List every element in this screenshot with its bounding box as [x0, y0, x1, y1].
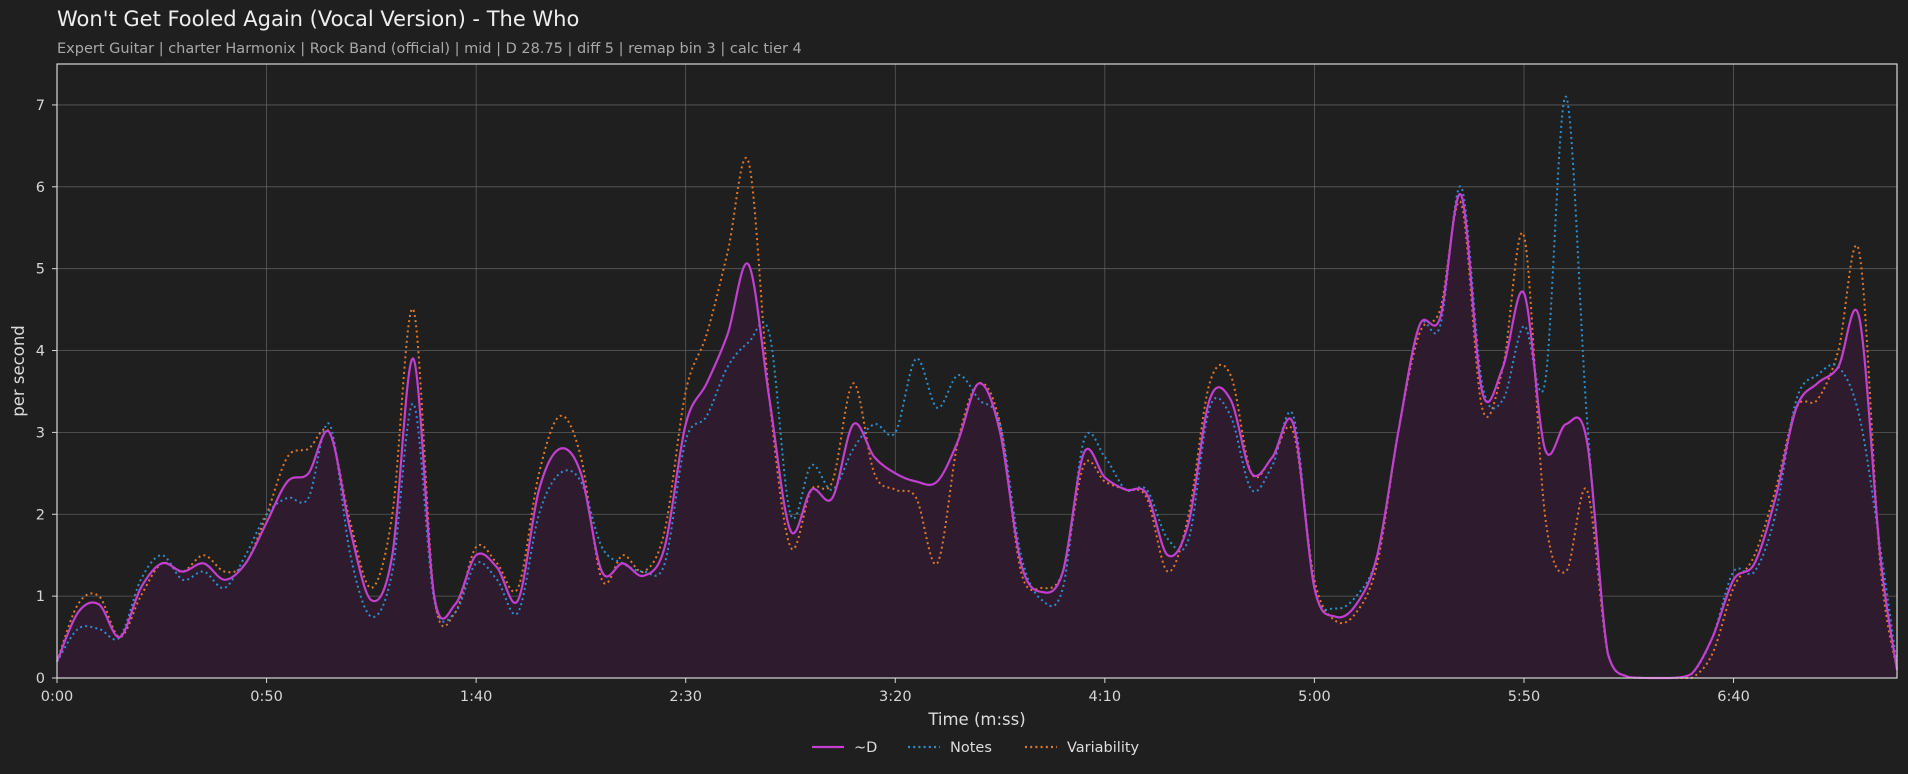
legend-label: Notes: [950, 740, 992, 756]
y-tick-label: 1: [36, 589, 45, 605]
y-tick-label: 6: [36, 180, 45, 196]
x-tick-label: 2:30: [669, 689, 702, 705]
x-axis-label: Time (m:ss): [927, 710, 1025, 729]
x-tick-label: 3:20: [879, 689, 912, 705]
y-tick-label: 5: [36, 262, 45, 278]
x-tick-label: 0:50: [250, 689, 283, 705]
x-tick-label: 5:50: [1508, 689, 1541, 705]
legend-label: Variability: [1067, 740, 1140, 756]
x-axis-ticks: 0:00 0:50 1:40 2:30 3:20 4:10 5:00 5:50 6:40: [41, 678, 1750, 705]
y-tick-label: 7: [36, 98, 45, 114]
legend-label: ~D: [854, 740, 877, 756]
line-chart: 0:00 0:50 1:40 2:30 3:20 4:10 5:00 5:50 6:40 0 1 2…: [9, 63, 1899, 756]
x-tick-label: 1:40: [460, 689, 493, 705]
y-tick-label: 2: [36, 507, 45, 523]
y-tick-label: 4: [36, 344, 45, 360]
x-tick-label: 0:00: [41, 689, 74, 705]
x-tick-label: 4:10: [1089, 689, 1122, 705]
x-tick-label: 5:00: [1298, 689, 1331, 705]
y-axis-ticks: 0 1 2 3 4 5 6 7: [36, 98, 57, 687]
y-tick-label: 3: [36, 425, 45, 441]
legend: ~D Notes Variability: [812, 740, 1140, 756]
y-tick-label: 0: [36, 671, 45, 687]
x-tick-label: 6:40: [1717, 689, 1750, 705]
y-axis-label: per second: [9, 325, 28, 417]
